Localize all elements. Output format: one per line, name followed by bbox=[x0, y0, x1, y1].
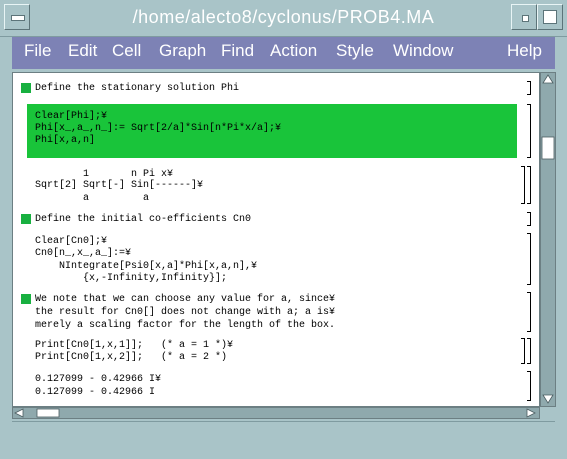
window-title: /home/alecto8/cyclonus/PROB4.MA bbox=[132, 7, 435, 27]
cell-bracket[interactable] bbox=[527, 371, 531, 401]
group-bracket[interactable] bbox=[527, 166, 531, 204]
cell-bracket[interactable] bbox=[527, 104, 531, 158]
text-line: We note that we can choose any value for… bbox=[35, 294, 336, 305]
input-line: {x,-Infinity,Infinity}]; bbox=[35, 273, 228, 284]
arrow-right-icon[interactable] bbox=[526, 408, 536, 418]
cell-bracket[interactable] bbox=[527, 233, 531, 285]
output-line: 0.127099 - 0.42966 I bbox=[35, 387, 156, 398]
input-line: Print[Cn0[1,x,2]]; (* a = 2 *) bbox=[35, 352, 228, 363]
status-area bbox=[12, 421, 555, 450]
application-window: /home/alecto8/cyclonus/PROB4.MA File Edi… bbox=[0, 0, 567, 459]
input-line: Phi[x,a,n] bbox=[35, 135, 96, 146]
menu-window[interactable]: Window bbox=[393, 41, 453, 61]
minimize-icon bbox=[522, 15, 529, 22]
maximize-button[interactable] bbox=[537, 4, 563, 30]
title-bar[interactable]: /home/alecto8/cyclonus/PROB4.MA bbox=[0, 0, 567, 37]
notebook-content[interactable]: Define the stationary solution Phi Clear… bbox=[12, 72, 540, 407]
input-line: Clear[Cn0];¥ bbox=[35, 236, 108, 247]
menu-edit[interactable]: Edit bbox=[68, 41, 97, 61]
cell-bracket[interactable] bbox=[521, 166, 525, 204]
section-title: Define the stationary solution Phi bbox=[35, 83, 240, 94]
input-line: Cn0[n_,x_,a_]:=¥ bbox=[35, 248, 132, 259]
menu-action[interactable]: Action bbox=[270, 41, 317, 61]
maximize-icon bbox=[543, 10, 557, 24]
cell-bracket[interactable] bbox=[527, 81, 531, 95]
text-line: merely a scaling factor for the length o… bbox=[35, 320, 336, 331]
menu-help[interactable]: Help bbox=[507, 41, 542, 61]
output-line: 1 n Pi x¥ bbox=[35, 169, 174, 180]
menu-bar: File Edit Cell Graph Find Action Style W… bbox=[12, 37, 555, 69]
section-title: Define the initial co-efficients Cn0 bbox=[35, 214, 252, 225]
horizontal-scrollbar[interactable] bbox=[12, 407, 540, 419]
minimize-button[interactable] bbox=[511, 4, 537, 30]
output-line: a a bbox=[35, 193, 150, 204]
arrow-down-icon[interactable] bbox=[542, 394, 554, 404]
menu-graph[interactable]: Graph bbox=[159, 41, 206, 61]
output-line: 0.127099 - 0.42966 I¥ bbox=[35, 374, 162, 385]
output-line: Sqrt[2] Sqrt[-] Sin[------]¥ bbox=[35, 180, 204, 191]
text-line: the result for Cn0[] does not change wit… bbox=[35, 307, 336, 318]
menu-file[interactable]: File bbox=[24, 41, 51, 61]
cell-marker bbox=[21, 214, 31, 224]
cell-marker bbox=[21, 83, 31, 93]
input-line: Phi[x_,a_,n_]:= Sqrt[2/a]*Sin[n*Pi*x/a];… bbox=[35, 123, 282, 134]
arrow-left-icon[interactable] bbox=[14, 408, 24, 418]
group-bracket[interactable] bbox=[527, 338, 531, 364]
menu-cell[interactable]: Cell bbox=[112, 41, 141, 61]
cell-bracket[interactable] bbox=[527, 292, 531, 332]
cell-bracket[interactable] bbox=[527, 212, 531, 226]
cell-marker bbox=[21, 294, 31, 304]
input-line: Clear[Phi];¥ bbox=[35, 111, 108, 122]
input-line: Print[Cn0[1,x,1]]; (* a = 1 *)¥ bbox=[35, 340, 234, 351]
vertical-scrollbar[interactable] bbox=[540, 72, 556, 407]
menu-find[interactable]: Find bbox=[221, 41, 254, 61]
cell-bracket[interactable] bbox=[521, 338, 525, 364]
menu-style[interactable]: Style bbox=[336, 41, 374, 61]
scroll-thumb[interactable] bbox=[541, 136, 555, 160]
input-line: NIntegrate[Psi0[x,a]*Phi[x,a,n],¥ bbox=[35, 261, 258, 272]
arrow-up-icon[interactable] bbox=[542, 74, 554, 84]
scroll-thumb[interactable] bbox=[36, 408, 60, 418]
